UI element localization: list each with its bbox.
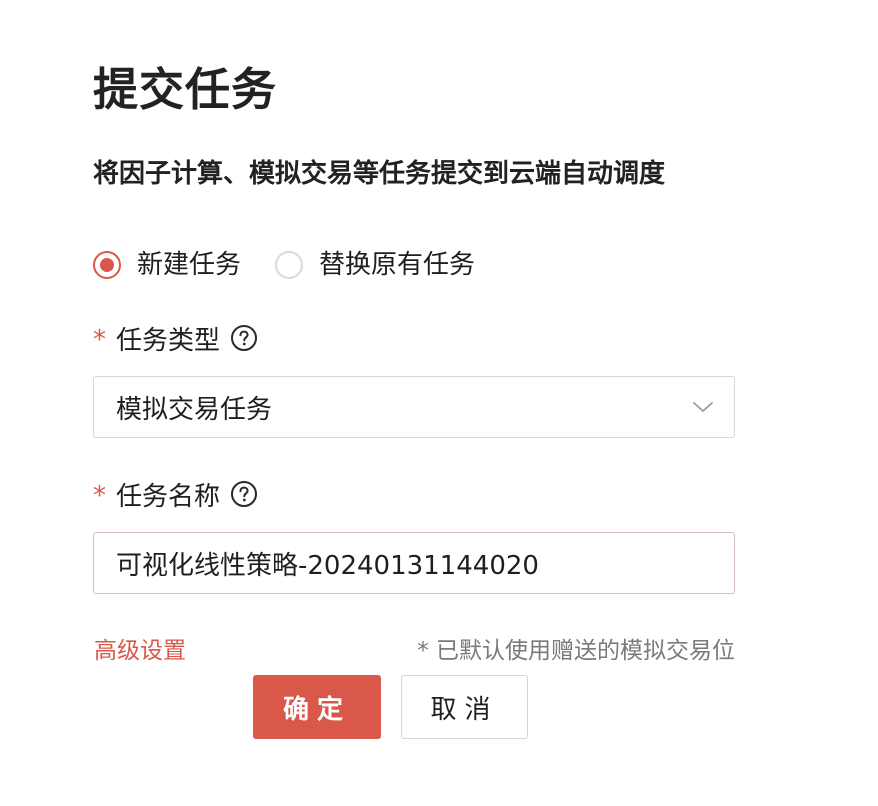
- cancel-button[interactable]: 取消: [401, 675, 528, 739]
- submit-task-dialog: 提交任务 将因子计算、模拟交易等任务提交到云端自动调度 新建任务 替换原有任务 …: [0, 0, 878, 806]
- dialog-subtitle: 将因子计算、模拟交易等任务提交到云端自动调度: [93, 159, 666, 189]
- radio-new-task-label: 新建任务: [137, 250, 242, 280]
- task-mode-radio-group: 新建任务 替换原有任务: [93, 246, 475, 284]
- radio-replace-task[interactable]: 替换原有任务: [275, 247, 475, 283]
- radio-replace-task-label: 替换原有任务: [319, 250, 476, 280]
- confirm-button[interactable]: 确定: [253, 675, 381, 739]
- task-name-label-row: * 任务名称: [93, 476, 258, 512]
- simulated-trading-note: * 已默认使用赠送的模拟交易位: [417, 638, 735, 664]
- radio-unchecked-icon[interactable]: [275, 251, 304, 279]
- required-mark: *: [93, 325, 106, 355]
- question-circle-icon[interactable]: [230, 324, 258, 352]
- task-type-selected-value: 模拟交易任务: [116, 394, 273, 425]
- advanced-settings-link[interactable]: 高级设置: [94, 634, 186, 668]
- task-name-input[interactable]: [93, 532, 735, 594]
- dialog-title: 提交任务: [93, 63, 278, 116]
- task-type-label-row: * 任务类型: [93, 320, 258, 356]
- chevron-down-icon: [692, 400, 714, 414]
- task-type-select[interactable]: 模拟交易任务: [93, 376, 735, 438]
- task-name-label: 任务名称: [116, 481, 221, 512]
- task-type-label: 任务类型: [116, 325, 221, 356]
- question-circle-icon[interactable]: [230, 480, 258, 508]
- radio-new-task[interactable]: 新建任务: [93, 247, 241, 283]
- radio-dot: [100, 258, 114, 272]
- radio-checked-icon[interactable]: [93, 251, 121, 279]
- required-mark: *: [93, 481, 106, 511]
